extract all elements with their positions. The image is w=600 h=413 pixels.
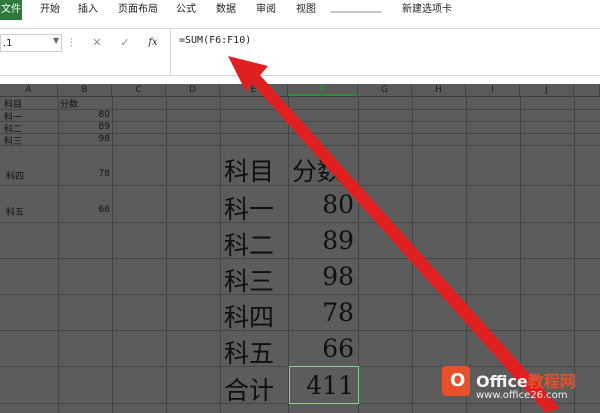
cell-b-row2[interactable]: 89 <box>58 122 110 132</box>
grid-line <box>0 330 600 331</box>
cell-b-row3[interactable]: 98 <box>58 134 110 144</box>
tab-home[interactable]: 开始 <box>40 0 60 20</box>
cell-f-row4[interactable]: 78 <box>288 298 354 327</box>
tab-insert[interactable]: 插入 <box>78 0 98 20</box>
tab-view[interactable]: 视图 <box>296 0 316 20</box>
cell-e-header[interactable]: 科目 <box>224 152 274 188</box>
grid-line <box>0 294 600 295</box>
column-header-i[interactable]: I <box>466 84 520 96</box>
column-header-f[interactable]: F <box>288 84 358 96</box>
watermark: O Office教程网 www.office26.com <box>440 362 600 410</box>
tab-review[interactable]: 审阅 <box>256 0 276 20</box>
watermark-title: Office教程网 <box>476 372 576 391</box>
cell-a-header[interactable]: 科目 <box>4 97 22 110</box>
cell-f-row3[interactable]: 98 <box>288 262 354 291</box>
cancel-icon[interactable]: ✕ <box>88 34 106 52</box>
column-header-e[interactable]: E <box>220 84 288 96</box>
cell-e-row4[interactable]: 科四 <box>224 298 274 334</box>
cell-f-row5[interactable]: 66 <box>288 334 354 363</box>
tab-page-layout[interactable]: 页面布局 <box>118 0 158 20</box>
cell-b-row1[interactable]: 80 <box>58 110 110 120</box>
splitter-dots-icon[interactable]: ⋮ <box>67 38 76 48</box>
cell-a-row3[interactable]: 科三 <box>4 134 22 147</box>
grid-line <box>0 145 600 146</box>
formula-text: =SUM(F6:F10) <box>179 35 252 46</box>
formula-bar: .1 ▼ ⋮ ✕ ✓ fx =SUM(F6:F10) <box>0 28 600 76</box>
tab-data[interactable]: 数据 <box>216 0 236 20</box>
cell-f-total[interactable]: 411 <box>288 371 354 400</box>
column-header-b[interactable]: B <box>58 84 112 96</box>
cell-a-row5[interactable]: 科五 <box>6 205 24 218</box>
ribbon: 文件 开始 插入 页面布局 公式 数据 审阅 视图 新建选项卡 <box>0 0 600 20</box>
cell-e-row5[interactable]: 科五 <box>224 334 274 370</box>
check-icon[interactable]: ✓ <box>116 34 134 52</box>
tab-blank[interactable] <box>330 11 382 13</box>
cell-b-row5[interactable]: 66 <box>58 205 110 215</box>
column-header-h[interactable]: H <box>412 84 466 96</box>
fx-icon[interactable]: fx <box>144 34 162 52</box>
column-header-d[interactable]: D <box>166 84 220 96</box>
chevron-down-icon[interactable]: ▼ <box>53 36 59 45</box>
column-header-j[interactable]: J <box>520 84 574 96</box>
column-header-k[interactable] <box>574 84 600 96</box>
grid-line <box>0 258 600 259</box>
cell-b-row4[interactable]: 78 <box>58 169 110 179</box>
cell-a-row4[interactable]: 科四 <box>6 169 24 182</box>
column-header-g[interactable]: G <box>358 84 412 96</box>
cell-b-header[interactable]: 分数 <box>60 97 78 110</box>
cell-e-row2[interactable]: 科二 <box>224 226 274 262</box>
cell-e-row3[interactable]: 科三 <box>224 262 274 298</box>
file-tab[interactable]: 文件 <box>0 0 22 20</box>
column-header-c[interactable]: C <box>112 84 166 96</box>
formula-input[interactable]: =SUM(F6:F10) <box>170 29 600 75</box>
tab-formulas[interactable]: 公式 <box>176 0 196 20</box>
cell-f-row1[interactable]: 80 <box>288 190 354 219</box>
tab-new[interactable]: 新建选项卡 <box>402 0 452 20</box>
cell-f-row2[interactable]: 89 <box>288 226 354 255</box>
column-header-a[interactable]: A <box>0 84 58 96</box>
office-logo-icon: O <box>442 366 470 396</box>
watermark-url: www.office26.com <box>476 390 568 401</box>
column-header-row: A B C D E F G H I J <box>0 84 600 97</box>
cell-e-total[interactable]: 合计 <box>224 371 274 407</box>
cell-e-row1[interactable]: 科一 <box>224 190 274 226</box>
cell-f-header[interactable]: 分数 <box>292 152 342 188</box>
grid-line <box>0 222 600 223</box>
